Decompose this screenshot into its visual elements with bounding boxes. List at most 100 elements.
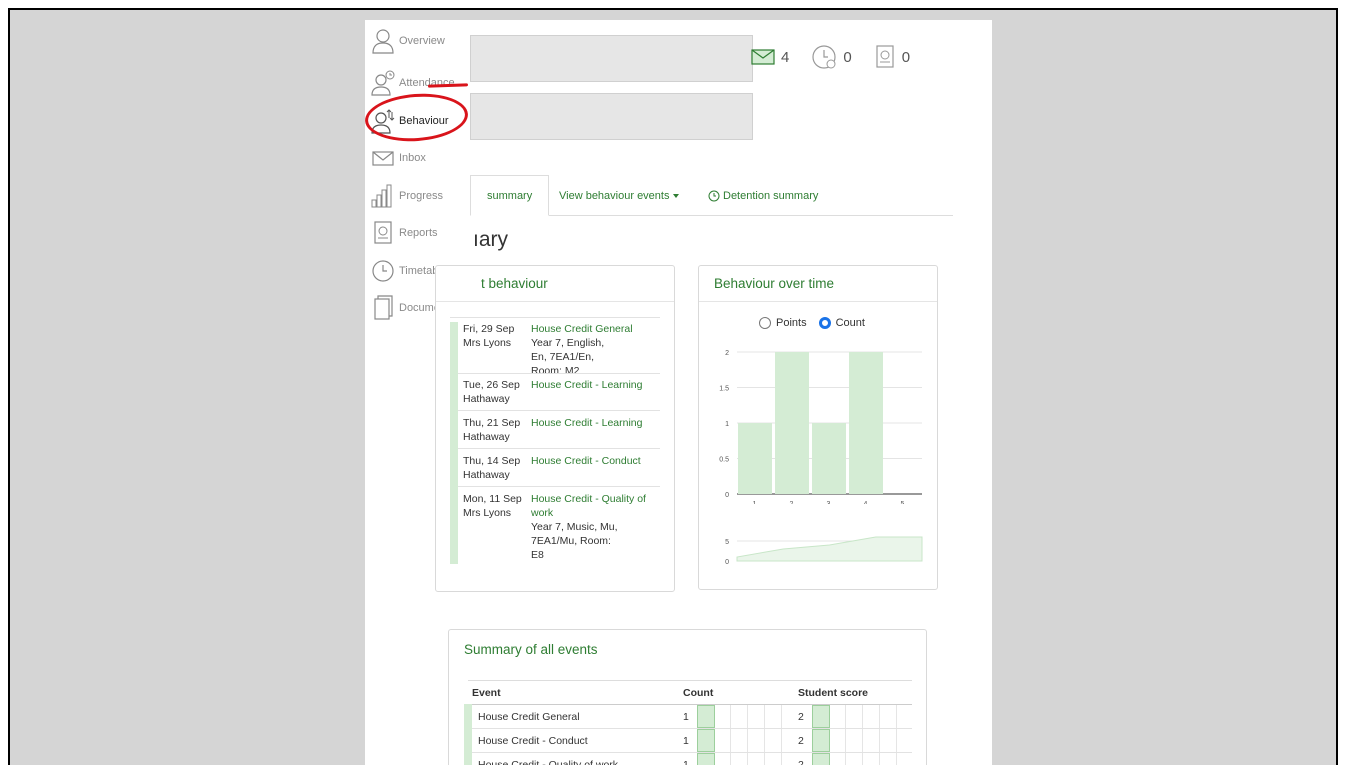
sidebar-item-overview[interactable]: Overview [371, 26, 445, 56]
tab-summary[interactable]: summary [470, 175, 549, 216]
event-type: House Credit General [531, 323, 633, 335]
tab-bar: summary View behaviour events Detention … [470, 175, 953, 216]
tab-summary-label: summary [487, 189, 533, 202]
table-row[interactable]: House Credit General 1 2 [464, 704, 912, 729]
clock-icon [812, 45, 836, 69]
count-value: 1 [683, 710, 689, 723]
radio-count[interactable]: Count [818, 317, 865, 329]
event-type: House Credit - Learning [531, 417, 643, 429]
bar [812, 423, 846, 494]
tab-view-behaviour-events[interactable]: View behaviour events [559, 175, 694, 216]
y-tick-label: 1.5 [719, 386, 729, 393]
person-clock-icon [371, 70, 395, 96]
sidebar-item-reports[interactable]: Reports [371, 218, 438, 248]
mini-bar [812, 729, 830, 752]
person-icon [372, 29, 394, 54]
documents-icon [374, 295, 393, 320]
cell-score: 2 [798, 752, 912, 765]
list-item[interactable]: Tue, 26 Sep Hathaway House Credit - Lear… [450, 370, 655, 408]
sidebar-item-label: Inbox [399, 152, 426, 164]
count-value: 1 [683, 758, 689, 765]
panel-title: Summary of all events [464, 642, 598, 657]
event-date: Thu, 21 Sep [463, 417, 521, 429]
event-name: House Credit - Quality of work [478, 758, 619, 765]
inbox-counter[interactable]: 4 [751, 49, 789, 66]
list-item[interactable]: Mon, 11 Sep Mrs Lyons House Credit - Qua… [450, 484, 655, 564]
event-teacher: Mrs Lyons [463, 337, 512, 349]
cell-event: House Credit - Quality of work [464, 752, 683, 765]
y-tick-label: 0.5 [719, 457, 729, 464]
event-date: Tue, 26 Sep [463, 379, 520, 391]
behaviour-over-time-panel: Behaviour over time Points Count 0 0.5 1 1.… [698, 265, 938, 590]
sidebar-item-inbox[interactable]: Inbox [371, 143, 426, 173]
radio-points-label: Points [776, 317, 807, 329]
mini-bar [697, 705, 715, 728]
caret-down-icon [673, 193, 680, 198]
cell-score: 2 [798, 704, 912, 729]
list-item[interactable]: Fri, 29 Sep Mrs Lyons House Credit Gener… [450, 322, 655, 377]
tab-events-label: View behaviour events [559, 189, 670, 202]
cell-event: House Credit - Conduct [464, 728, 683, 753]
list-item[interactable]: Thu, 21 Sep Hathaway House Credit - Lear… [450, 408, 655, 446]
detention-counter[interactable]: 0 [811, 44, 852, 70]
mini-bar [812, 705, 830, 728]
list-item[interactable]: Thu, 14 Sep Hathaway House Credit - Cond… [450, 446, 655, 484]
tab-detention-label: Detention summary [723, 189, 819, 202]
sidebar-item-label: Progress [399, 190, 444, 202]
report-count: 0 [901, 48, 911, 66]
sidebar-item-progress[interactable]: Progress [371, 181, 443, 211]
status-bar [450, 484, 458, 564]
events-summary-table: Event Count Student score House Credit G… [464, 680, 912, 765]
table-row[interactable]: House Credit - Conduct 1 2 [464, 728, 912, 753]
mini-bar [812, 753, 830, 765]
radio-circle-selected [818, 317, 831, 329]
behaviour-page: Overview Attendance Behaviour Inbox Prog… [365, 20, 992, 765]
header-counters: 4 0 0 [751, 44, 932, 70]
event-teacher: Hathaway [463, 393, 510, 405]
page-title: ıary [473, 228, 509, 251]
event-teacher: Mrs Lyons [463, 507, 512, 519]
envelope-icon [751, 49, 775, 65]
event-type: House Credit - Learning [531, 379, 643, 391]
mini-bar-grid [812, 705, 897, 728]
mini-bar-grid [697, 753, 782, 765]
event-name: House Credit - Conduct [478, 734, 588, 747]
report-icon [374, 221, 392, 244]
event-detail: Year 7, Music, Mu, 7EA1/Mu, Room: E8 [531, 521, 618, 561]
y-tick-label: 2 [725, 350, 729, 357]
cell-count: 1 [683, 728, 798, 753]
x-tick-label: 2 [790, 501, 794, 504]
status-bar [450, 370, 458, 408]
report-counter[interactable]: 0 [874, 44, 910, 70]
envelope-icon [372, 151, 394, 166]
cell-event: House Credit General [464, 704, 683, 729]
x-tick-label: 4 [864, 501, 868, 504]
clock-icon [372, 260, 394, 282]
y-tick-label: 0 [725, 492, 729, 499]
radio-circle [759, 317, 771, 329]
sidebar-item-label: Overview [399, 35, 445, 47]
bar-chart-icon [371, 184, 392, 208]
table-row[interactable]: House Credit - Quality of work 1 2 [464, 752, 912, 765]
col-count: Count [683, 680, 798, 705]
radio-points[interactable]: Points [759, 317, 807, 329]
event-type: House Credit - Conduct [531, 455, 641, 467]
status-bar [450, 446, 458, 484]
redacted-info-box [470, 93, 753, 140]
radio-count-label: Count [835, 317, 865, 329]
bar [738, 423, 772, 494]
event-type: House Credit - Quality of work [531, 493, 646, 519]
y-tick-label: 0 [725, 559, 729, 566]
chart-mode-toggle: Points Count [759, 317, 877, 329]
bar [775, 352, 809, 494]
divider [450, 317, 660, 318]
mini-bar-grid [697, 729, 782, 752]
score-value: 2 [798, 758, 804, 765]
cell-count: 1 [683, 704, 798, 729]
tab-detention-summary[interactable]: Detention summary [708, 175, 838, 216]
mini-bar-grid [812, 729, 897, 752]
event-name: House Credit General [478, 710, 580, 723]
cumulative-area-chart: 05 [725, 536, 923, 566]
y-tick-label: 5 [725, 539, 729, 546]
summary-all-events-panel: Summary of all events Event Count Studen… [448, 629, 927, 765]
